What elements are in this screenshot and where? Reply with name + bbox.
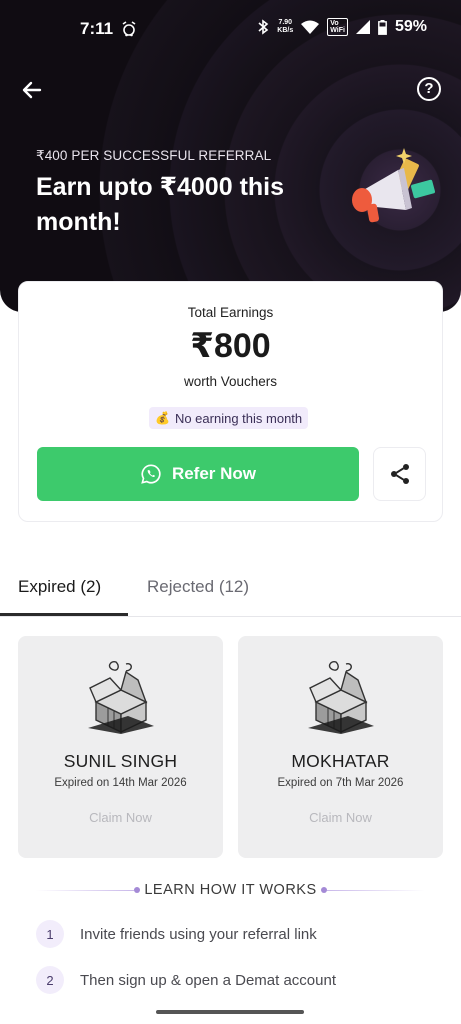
monthly-earning-badge: 💰 No earning this month — [149, 407, 309, 429]
referral-tabs: Expired (2) Rejected (12) — [0, 565, 461, 617]
megaphone-icon — [352, 148, 435, 223]
earnings-worth-label: worth Vouchers — [183, 374, 278, 389]
help-icon[interactable]: ? — [417, 77, 441, 101]
home-indicator[interactable] — [156, 1010, 304, 1014]
total-earnings-amount: ₹800 — [190, 327, 271, 365]
divider-line — [327, 890, 425, 891]
earnings-card: Total Earnings ₹800 worth Vouchers 💰 No … — [18, 281, 443, 522]
battery-icon — [378, 19, 387, 35]
share-button[interactable] — [373, 447, 426, 501]
claim-now-button[interactable]: Claim Now — [238, 810, 443, 825]
step-text: Then sign up & open a Demat account — [80, 971, 336, 989]
wifi-icon — [301, 20, 320, 34]
step-number: 2 — [36, 966, 64, 994]
learn-how-it-works-header: LEARN HOW IT WORKS — [0, 880, 461, 902]
open-gift-box-icon — [308, 660, 374, 734]
share-icon — [390, 464, 409, 484]
bluetooth-icon — [258, 19, 269, 35]
total-earnings-label: Total Earnings — [187, 305, 274, 320]
referral-card: MOKHATAR Expired on 7th Mar 2026 Claim N… — [238, 636, 443, 858]
active-tab-indicator — [0, 613, 128, 616]
hero-title: Earn upto ₹4000 this month! — [36, 173, 285, 236]
tab-expired[interactable]: Expired (2) — [18, 577, 101, 597]
network-speed: 7.90 KB/s — [277, 19, 294, 34]
refer-now-label: Refer Now — [171, 464, 257, 483]
hero-banner: 7:11 7.90 KB/s Vo WiFi 59% ? ₹400 PER SU… — [0, 0, 461, 312]
alarm-icon — [122, 21, 136, 37]
refer-now-button[interactable]: Refer Now — [37, 447, 359, 501]
how-it-works-step: 2 Then sign up & open a Demat account — [36, 965, 336, 995]
signal-icon — [355, 20, 370, 34]
step-number: 1 — [36, 920, 64, 948]
hero-subtitle: ₹400 PER SUCCESSFUL REFERRAL — [36, 148, 272, 163]
tab-rejected[interactable]: Rejected (12) — [147, 577, 249, 597]
claim-now-button[interactable]: Claim Now — [18, 810, 223, 825]
back-arrow-icon[interactable] — [20, 78, 44, 102]
status-icons: 7.90 KB/s Vo WiFi 59% — [257, 18, 427, 36]
whatsapp-icon — [141, 464, 161, 484]
status-bar: 7:11 7.90 KB/s Vo WiFi 59% — [0, 0, 461, 58]
badge-text: No earning this month — [174, 410, 303, 426]
referral-card: SUNIL SINGH Expired on 14th Mar 2026 Cla… — [18, 636, 223, 858]
referral-name: SUNIL SINGH — [63, 751, 178, 771]
referral-expiry-date: Expired on 14th Mar 2026 — [54, 777, 187, 789]
vowifi-badge: Vo WiFi — [327, 18, 348, 36]
referral-name: MOKHATAR — [291, 751, 390, 771]
battery-percent: 59% — [394, 18, 427, 35]
money-bag-icon: 💰 — [155, 411, 170, 425]
referral-expiry-date: Expired on 7th Mar 2026 — [277, 777, 404, 789]
step-text: Invite friends using your referral link — [80, 925, 317, 943]
open-gift-box-icon — [88, 660, 154, 734]
how-it-works-step: 1 Invite friends using your referral lin… — [36, 919, 317, 949]
status-time: 7:11 — [80, 19, 114, 38]
